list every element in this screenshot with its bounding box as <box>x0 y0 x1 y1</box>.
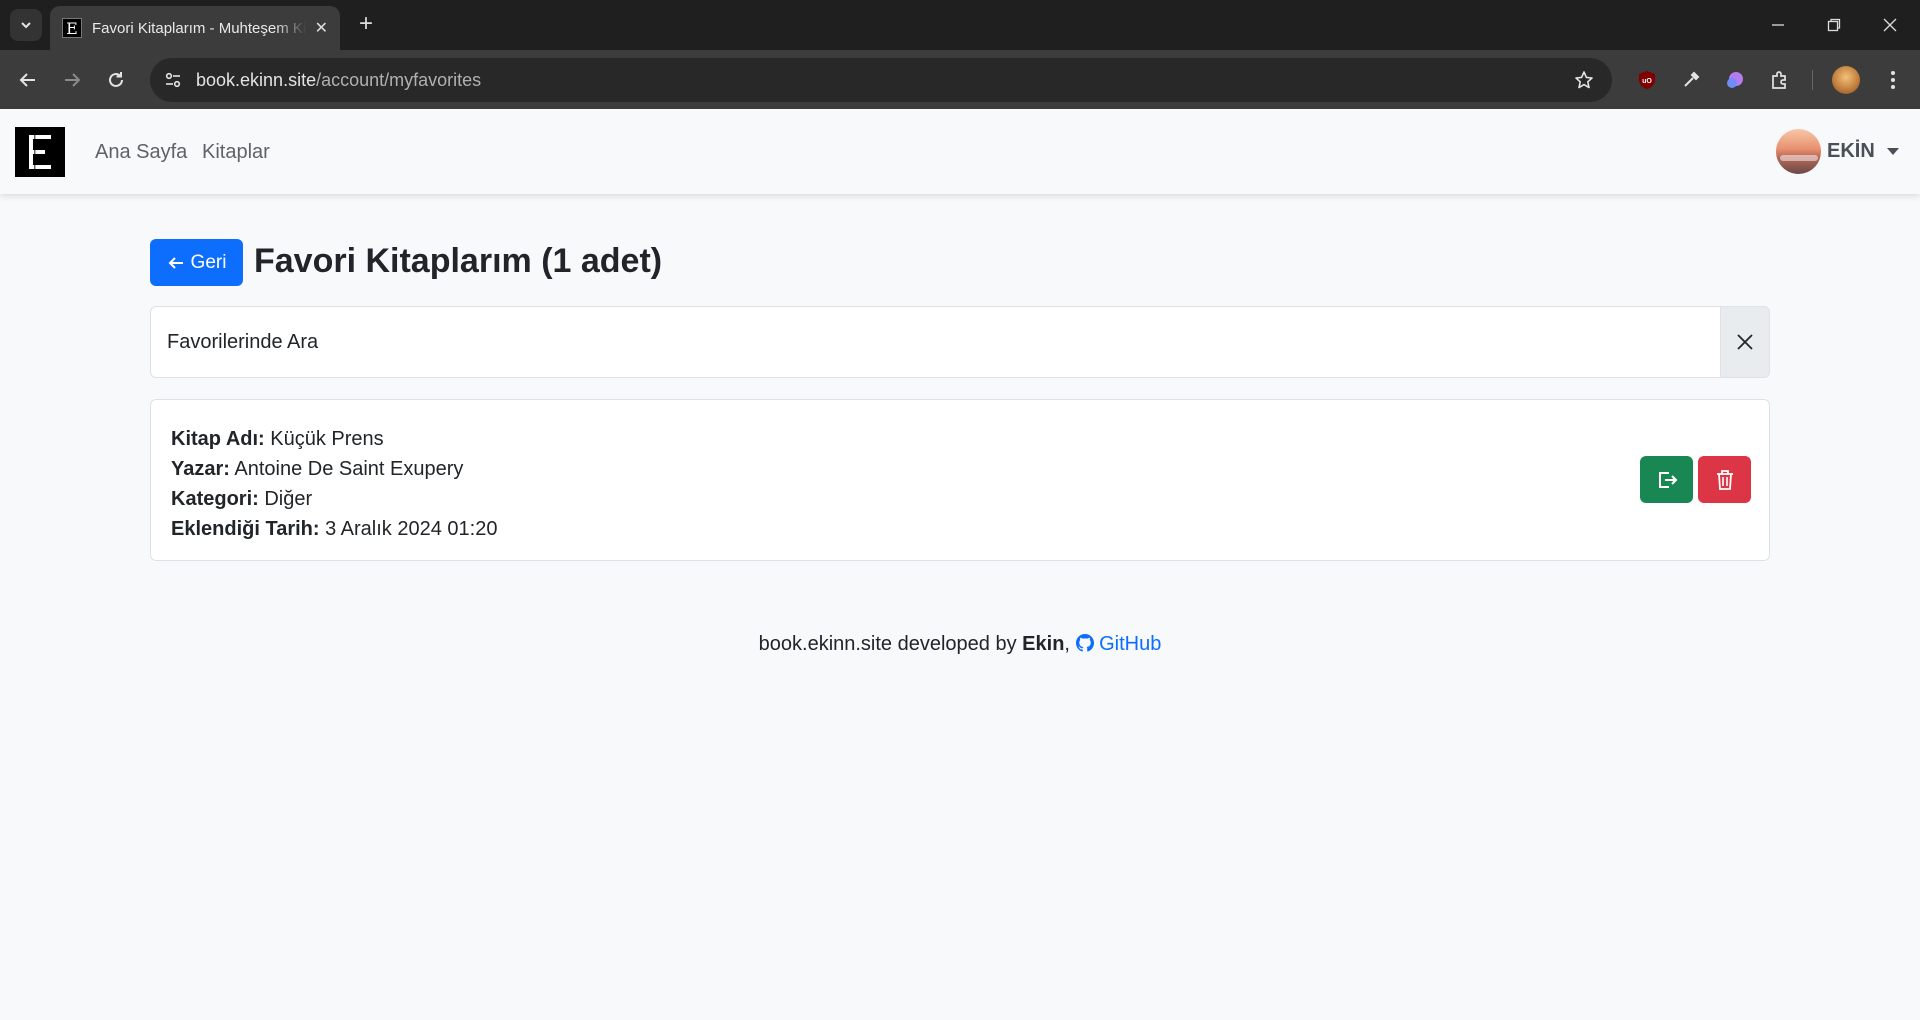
restore-icon <box>1827 18 1841 32</box>
user-menu[interactable]: EKİN <box>1776 129 1899 174</box>
book-name-label: Kitap Adı: <box>171 428 265 450</box>
brand-logo[interactable] <box>15 127 65 177</box>
footer-author: Ekin <box>1022 633 1065 655</box>
book-category-label: Kategori: <box>171 488 259 510</box>
new-tab-button[interactable]: + <box>352 10 380 38</box>
svg-text:uO: uO <box>1642 78 1652 85</box>
book-date-label: Eklendiği Tarih: <box>171 518 320 540</box>
ai-extension-icon[interactable] <box>1722 67 1748 93</box>
url-text: book.ekinn.site/account/myfavorites <box>196 70 481 91</box>
forward-nav-button[interactable] <box>56 64 88 96</box>
brand-logo-icon <box>29 135 51 169</box>
trash-icon <box>1716 469 1733 490</box>
close-icon <box>1737 334 1753 350</box>
favorites-search-group <box>150 306 1770 378</box>
back-nav-button[interactable] <box>12 64 44 96</box>
arrow-left-icon <box>168 256 183 269</box>
book-date-row: Eklendiği Tarih: 3 Aralık 2024 01:20 <box>171 514 497 544</box>
extensions-puzzle-icon[interactable] <box>1766 67 1792 93</box>
page-title: Favori Kitaplarım (1 adet) <box>254 242 663 280</box>
restore-button[interactable] <box>1806 0 1862 50</box>
book-date: 3 Aralık 2024 01:20 <box>325 518 498 540</box>
address-bar[interactable]: book.ekinn.site/account/myfavorites <box>150 58 1612 102</box>
nav-link-books[interactable]: Kitaplar <box>202 141 270 164</box>
minimize-button[interactable] <box>1750 0 1806 50</box>
favorite-book-card: Kitap Adı: Küçük Prens Yazar: Antoine De… <box>150 399 1770 561</box>
arrow-right-icon <box>65 73 81 87</box>
remove-favorite-button[interactable] <box>1698 456 1751 503</box>
close-window-button[interactable] <box>1862 0 1918 50</box>
page-footer: book.ekinn.site developed by Ekin, GitHu… <box>0 633 1920 656</box>
back-button-label: Geri <box>190 251 227 273</box>
browser-tab[interactable]: E Favori Kitaplarım - Muhteşem Kitaplar … <box>50 6 340 50</box>
book-info: Kitap Adı: Küçük Prens Yazar: Antoine De… <box>171 424 497 544</box>
site-info-button[interactable] <box>158 65 188 95</box>
favorites-search-input[interactable] <box>150 306 1720 378</box>
toolbar-divider <box>1812 70 1813 90</box>
caret-down-icon <box>1886 148 1899 155</box>
chevron-down-icon <box>21 22 31 29</box>
site-navbar: Ana Sayfa Kitaplar EKİN <box>0 109 1920 194</box>
url-host: book.ekinn.site <box>196 69 317 90</box>
reload-button[interactable] <box>100 64 132 96</box>
browser-tab-bar: E Favori Kitaplarım - Muhteşem Kitaplar … <box>0 0 1920 50</box>
book-name: Küçük Prens <box>270 428 384 450</box>
book-name-row: Kitap Adı: Küçük Prens <box>171 424 497 454</box>
browser-menu-icon[interactable] <box>1880 67 1906 93</box>
tab-search-button[interactable] <box>10 9 42 41</box>
footer-text: book.ekinn.site developed by <box>758 633 1017 655</box>
nav-link-home[interactable]: Ana Sayfa <box>95 141 187 164</box>
reload-icon <box>109 72 123 87</box>
ublock-extension-icon[interactable]: uO <box>1634 67 1660 93</box>
box-arrow-right-icon <box>1658 471 1677 488</box>
close-icon <box>1883 18 1897 32</box>
bookmark-star-icon[interactable] <box>1574 70 1594 95</box>
github-icon <box>1075 634 1094 652</box>
book-author: Antoine De Saint Exupery <box>234 458 464 480</box>
book-category: Diğer <box>264 488 313 510</box>
footer-comma: , <box>1064 633 1070 655</box>
open-book-button[interactable] <box>1640 456 1693 503</box>
eyedropper-extension-icon[interactable] <box>1678 67 1704 93</box>
arrow-left-icon <box>19 73 35 87</box>
book-author-label: Yazar: <box>171 458 230 480</box>
user-name: EKİN <box>1827 140 1875 162</box>
minimize-icon <box>1772 24 1784 26</box>
site-favicon-icon: E <box>62 18 82 38</box>
tab-title: Favori Kitaplarım - Muhteşem Kitaplar <box>92 19 307 37</box>
avatar <box>1776 129 1821 174</box>
book-category-row: Kategori: Diğer <box>171 484 497 514</box>
url-path: /account/myfavorites <box>316 69 482 90</box>
clear-search-button[interactable] <box>1720 306 1770 378</box>
github-link-label: GitHub <box>1099 633 1162 655</box>
back-button[interactable]: Geri <box>150 239 243 286</box>
browser-toolbar: book.ekinn.site/account/myfavorites uO <box>0 50 1920 109</box>
book-author-row: Yazar: Antoine De Saint Exupery <box>171 454 497 484</box>
tune-icon <box>165 72 181 88</box>
profile-avatar[interactable] <box>1832 66 1860 94</box>
github-link[interactable]: GitHub <box>1075 633 1162 655</box>
close-tab-icon[interactable]: ✕ <box>315 18 328 38</box>
